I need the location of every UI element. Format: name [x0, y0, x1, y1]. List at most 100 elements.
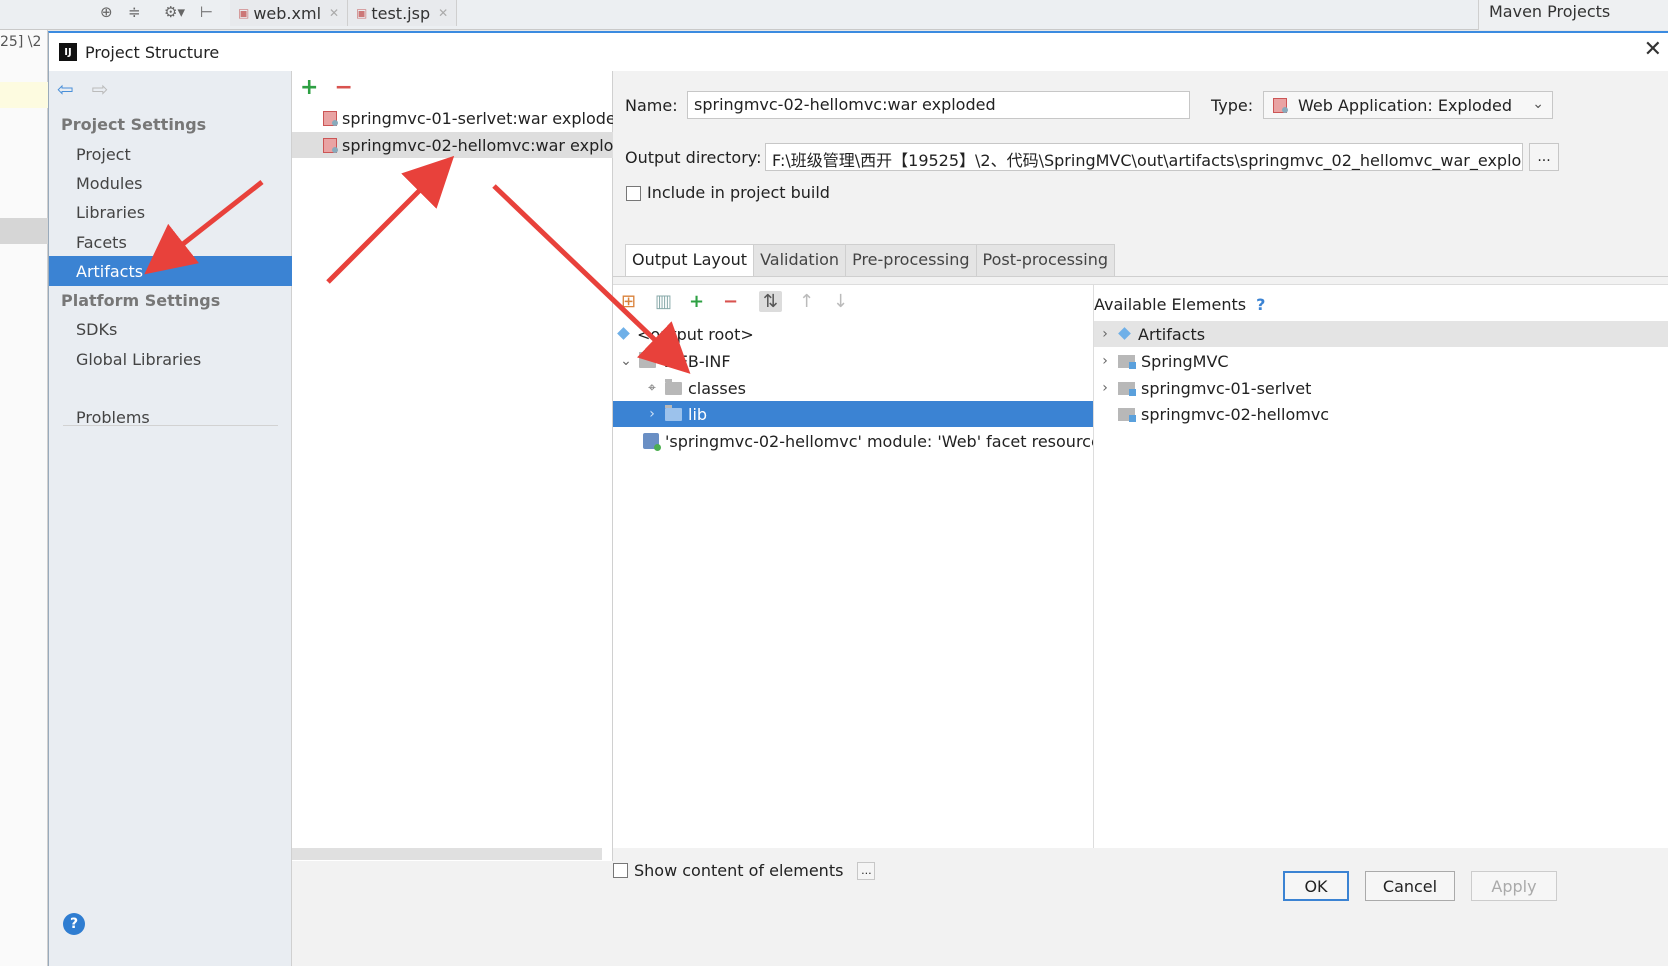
available-elements-label: Available Elements: [1094, 295, 1247, 314]
settings-nav: ⇦ ⇨ Project Settings Project Modules Lib…: [49, 71, 292, 966]
chevron-down-icon[interactable]: ⌄: [619, 353, 633, 369]
ide-editor-strip: 25] \2: [0, 30, 48, 966]
add-icon[interactable]: +: [300, 75, 318, 100]
nav-item-modules[interactable]: Modules: [49, 168, 292, 198]
chevron-right-icon[interactable]: ›: [1098, 326, 1112, 342]
sort-icon[interactable]: ⇅: [759, 291, 783, 312]
artifact-list: + − springmvc-01-serlvet:war exploded sp…: [292, 71, 613, 861]
available-elements-pane: Available Elements? › Artifacts › Spring…: [1093, 284, 1668, 848]
dialog-title: Project Structure: [85, 42, 220, 62]
show-content-label: Show content of elements: [634, 861, 844, 880]
gear-icon[interactable]: ⚙▾: [164, 3, 185, 21]
tab-validation[interactable]: Validation: [754, 244, 847, 277]
type-select[interactable]: Web Application: Exploded ⌄: [1263, 91, 1553, 119]
tree-label: springmvc-02-hellomvc: [1141, 404, 1330, 424]
show-content-checkbox[interactable]: [613, 863, 628, 878]
nav-item-facets[interactable]: Facets: [49, 227, 292, 257]
chevron-right-icon[interactable]: ›: [1098, 380, 1112, 396]
target-icon[interactable]: ⊕: [100, 3, 113, 21]
editor-text-fragment: 25] \2: [0, 34, 42, 50]
close-tab-icon[interactable]: ✕: [329, 6, 339, 20]
move-down-icon[interactable]: ↓: [833, 291, 848, 312]
tab-label: test.jsp: [371, 3, 431, 23]
dialog-titlebar: IJ Project Structure ✕: [49, 33, 1668, 71]
tree-facet-resources[interactable]: 'springmvc-02-hellomvc' module: 'Web' fa…: [643, 428, 1109, 454]
nav-item-project[interactable]: Project: [49, 139, 292, 169]
move-up-icon[interactable]: ↑: [799, 291, 814, 312]
show-content-options-button[interactable]: ...: [857, 861, 876, 880]
artifact-item-selected[interactable]: springmvc-02-hellomvc:war explode: [292, 132, 613, 158]
pin-icon[interactable]: ⊢: [200, 3, 213, 21]
artifact-detail: Name: springmvc-02-hellomvc:war exploded…: [613, 71, 1668, 880]
artifact-item[interactable]: springmvc-01-serlvet:war exploded: [292, 105, 613, 131]
artifact-list-hscrollbar[interactable]: [292, 848, 602, 860]
remove-icon[interactable]: −: [334, 75, 352, 100]
browse-button[interactable]: ...: [1529, 143, 1559, 171]
show-content-option: Show content of elements ...: [613, 861, 876, 880]
nav-item-sdks[interactable]: SDKs: [49, 314, 292, 344]
available-springmvc[interactable]: › SpringMVC: [1098, 348, 1668, 374]
tree-label: classes: [688, 378, 746, 398]
war-artifact-icon: [322, 110, 338, 126]
project-settings-header: Project Settings: [61, 115, 207, 134]
create-directory-icon[interactable]: ⊞: [621, 291, 636, 312]
tab-post-processing[interactable]: Post-processing: [976, 244, 1115, 277]
maven-projects-tool[interactable]: Maven Projects: [1478, 0, 1668, 30]
nav-item-global-libraries[interactable]: Global Libraries: [49, 344, 292, 374]
collapse-icon[interactable]: ≑: [128, 3, 141, 21]
help-icon[interactable]: ?: [1256, 295, 1265, 314]
module-icon: [1118, 381, 1136, 396]
tree-label: lib: [688, 404, 708, 424]
tree-label: <output root>: [637, 324, 754, 344]
artifact-list-toolbar: + −: [300, 75, 353, 100]
nav-item-problems[interactable]: Problems: [49, 402, 292, 432]
war-artifact-icon: [322, 137, 338, 153]
cancel-button[interactable]: Cancel: [1365, 871, 1455, 901]
tree-classes[interactable]: ⌖ classes: [645, 375, 1085, 401]
intellij-icon: IJ: [59, 43, 77, 61]
xml-file-icon: ▣: [238, 6, 250, 20]
type-value: Web Application: Exploded: [1298, 95, 1512, 115]
include-build-label: Include in project build: [647, 183, 830, 202]
add-copy-icon[interactable]: +: [689, 291, 704, 312]
tab-pre-processing[interactable]: Pre-processing: [846, 244, 977, 277]
apply-button[interactable]: Apply: [1471, 871, 1557, 901]
artifact-label: springmvc-02-hellomvc:war explode: [342, 135, 613, 155]
tree-label: Artifacts: [1138, 324, 1206, 344]
chevron-right-icon[interactable]: ›: [1098, 353, 1112, 369]
close-tab-icon[interactable]: ✕: [438, 6, 448, 20]
name-field[interactable]: springmvc-02-hellomvc:war exploded: [687, 91, 1190, 119]
jsp-file-icon: ▣: [356, 6, 368, 20]
module-icon: [1118, 354, 1136, 369]
available-springmvc-01[interactable]: › springmvc-01-serlvet: [1098, 375, 1668, 401]
remove-icon[interactable]: −: [723, 291, 738, 312]
forward-arrow-icon[interactable]: ⇨: [92, 77, 109, 101]
tab-output-layout[interactable]: Output Layout: [625, 244, 755, 277]
editor-tab-test-jsp[interactable]: ▣ test.jsp ✕: [348, 0, 458, 26]
ide-toolbar: ⊕ ≑ ⚙▾ ⊢ ▣ web.xml ✕ ▣ test.jsp ✕ Maven …: [0, 0, 1668, 30]
chevron-right-icon[interactable]: ›: [645, 406, 659, 422]
name-label: Name:: [625, 96, 678, 115]
ok-button[interactable]: OK: [1283, 871, 1349, 901]
tree-lib-selected[interactable]: › lib: [613, 401, 1093, 427]
type-label: Type:: [1211, 96, 1254, 115]
close-icon[interactable]: ✕: [1644, 37, 1662, 62]
platform-settings-header: Platform Settings: [61, 291, 221, 310]
nav-item-artifacts[interactable]: Artifacts: [49, 256, 292, 286]
back-arrow-icon[interactable]: ⇦: [57, 77, 74, 101]
tree-web-inf[interactable]: ⌄ WEB-INF: [619, 348, 1089, 374]
available-artifacts[interactable]: › Artifacts: [1094, 321, 1668, 347]
editor-tab-web-xml[interactable]: ▣ web.xml ✕: [230, 0, 349, 26]
include-build-checkbox[interactable]: [626, 186, 641, 201]
module-icon: [1118, 407, 1136, 422]
tabs-divider: [613, 276, 1668, 277]
help-icon[interactable]: ?: [63, 913, 85, 935]
output-directory-field[interactable]: F:\班级管理\西开【19525】\2、代码\SpringMVC\out\art…: [765, 143, 1523, 171]
tree-output-root[interactable]: <output root>: [617, 321, 1087, 347]
output-directory-label: Output directory:: [625, 148, 762, 167]
archive-icon[interactable]: ▥: [655, 291, 672, 312]
artifact-label: springmvc-01-serlvet:war exploded: [342, 108, 613, 128]
tree-label: 'springmvc-02-hellomvc' module: 'Web' fa…: [665, 431, 1110, 451]
available-springmvc-02[interactable]: springmvc-02-hellomvc: [1118, 401, 1668, 427]
nav-item-libraries[interactable]: Libraries: [49, 197, 292, 227]
